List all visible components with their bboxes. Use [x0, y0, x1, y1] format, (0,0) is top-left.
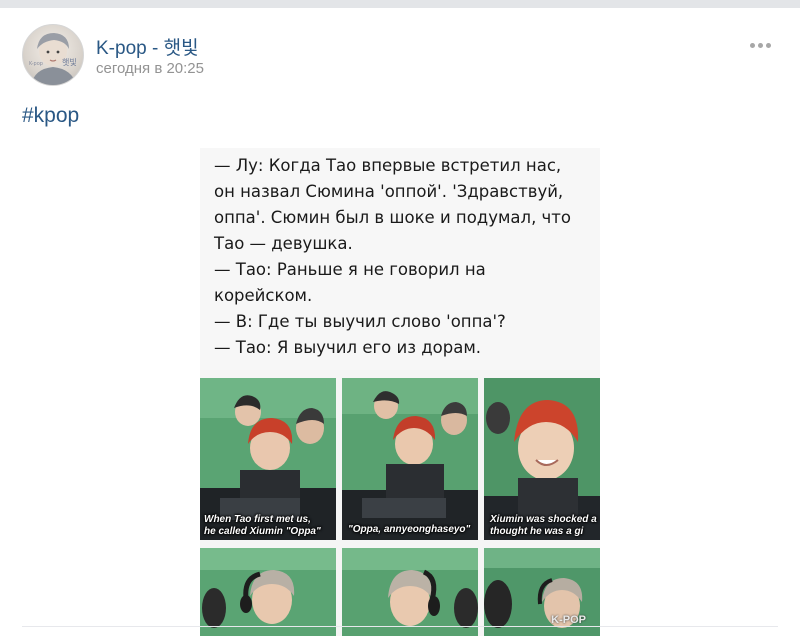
meme-text-line: — Тао: Раньше я не говорил на: [214, 260, 486, 279]
meme-text-block: — Лу: Когда Тао впервые встретил нас, он…: [200, 148, 600, 370]
dot-icon: [757, 42, 763, 48]
panel-caption: "Oppa, annyeonghaseyo": [348, 524, 471, 535]
dot-icon: [749, 42, 755, 48]
post-image[interactable]: — Лу: Когда Тао впервые встретил нас, он…: [200, 148, 600, 636]
panel-caption: When Tao first met us,: [204, 514, 311, 525]
group-name-link[interactable]: K-pop - 햇빛: [96, 33, 199, 60]
group-avatar[interactable]: 햇빛 K-pop: [22, 24, 84, 86]
divider: [22, 626, 778, 627]
more-options-icon[interactable]: [746, 36, 774, 54]
photo-panel-2: "Oppa, annyeonghaseyo": [342, 378, 478, 540]
image-watermark: K-POP: [551, 614, 586, 626]
post-card: 햇빛 K-pop K-pop - 햇빛 сегодня в 20:25 #kpo…: [0, 8, 800, 636]
meme-text-line: корейском.: [214, 286, 313, 305]
panel-caption: thought he was a gi: [490, 526, 584, 537]
meme-text-line: оппа'. Сюмин был в шоке и подумал, что: [214, 208, 572, 227]
top-bar: [0, 0, 800, 8]
photo-panel-6: K-POP: [484, 548, 600, 636]
meme-text-line: Тао — девушка.: [214, 234, 353, 253]
photo-panel-3: Xiumin was shocked a thought he was a gi: [484, 378, 600, 540]
hashtag-link[interactable]: #kpop: [22, 104, 79, 128]
meme-text-line: — Тао: Я выучил его из дорам.: [214, 338, 482, 357]
meme-text-line: он назвал Сюмина 'оппой'. 'Здравствуй,: [214, 182, 564, 201]
dot-icon: [765, 42, 771, 48]
post-timestamp[interactable]: сегодня в 20:25: [96, 60, 204, 77]
panel-caption: he called Xiumin "Oppa": [204, 526, 321, 537]
photo-panel-1: When Tao first met us, he called Xiumin …: [200, 378, 336, 540]
avatar-label: 햇빛: [62, 57, 77, 67]
meme-text-line: — Лу: Когда Тао впервые встретил нас,: [214, 156, 562, 175]
photo-panel-4: [200, 548, 336, 636]
meme-text-line: — В: Где ты выучил слово 'оппа'?: [214, 312, 506, 331]
avatar-small-label: K-pop: [29, 61, 43, 67]
panel-caption: Xiumin was shocked a: [490, 514, 597, 525]
photo-panel-5: [342, 548, 478, 636]
